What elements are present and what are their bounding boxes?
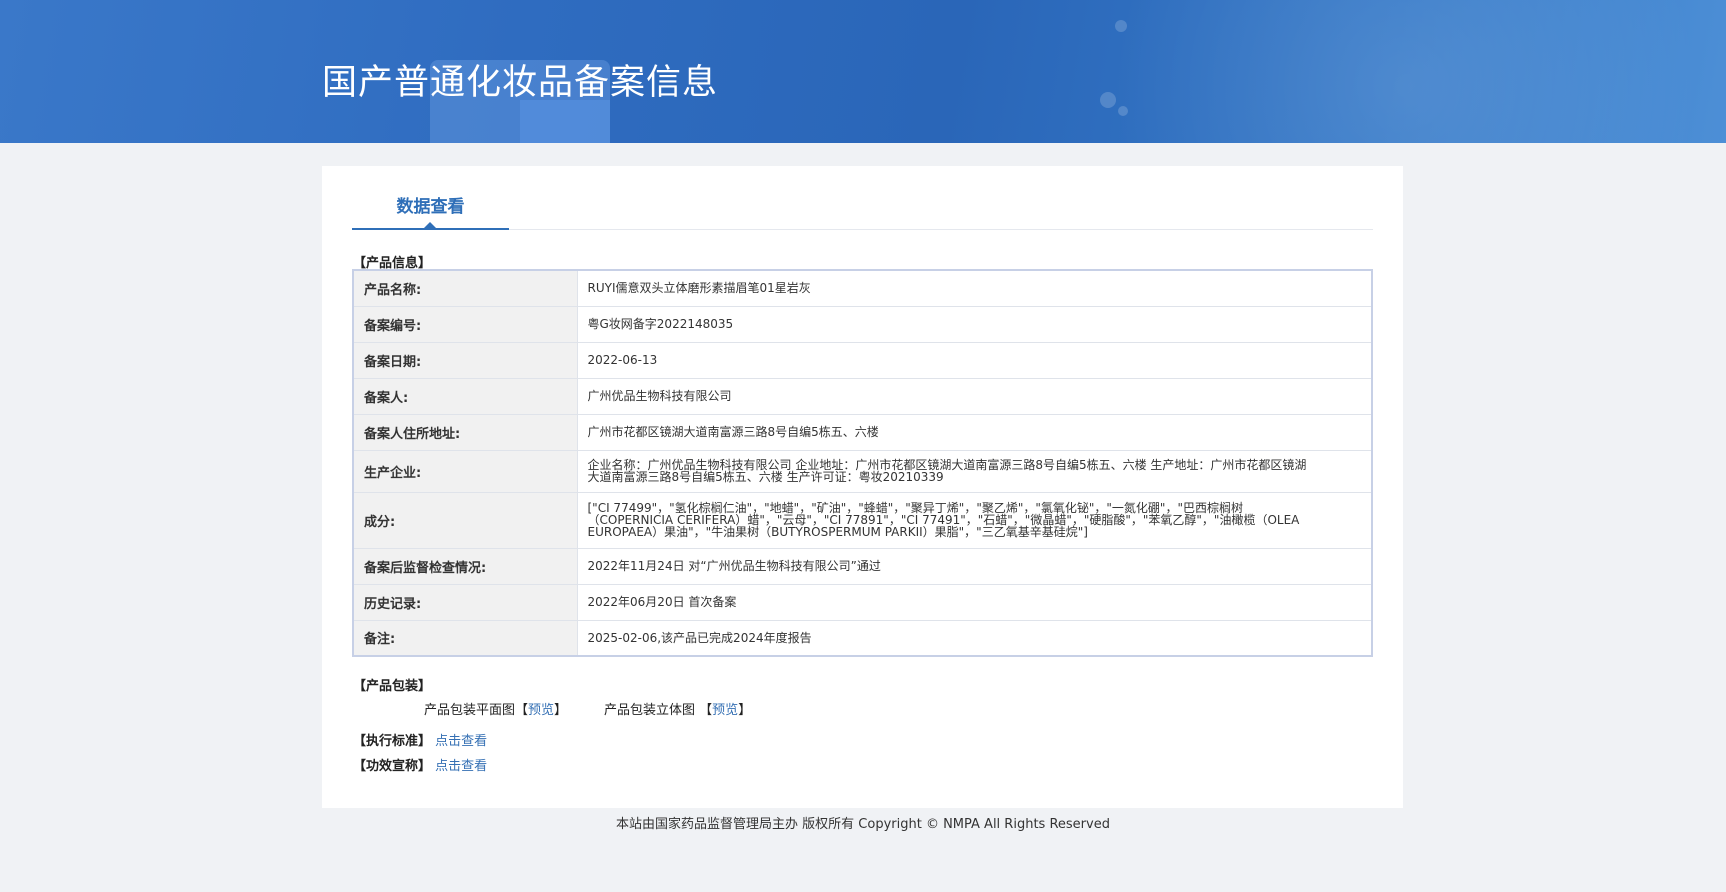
row-value: RUYI儒意双头立体磨形素描眉笔01星岩灰 [576,269,1373,307]
tab-active-caret-icon [424,222,436,228]
table-row: 备案人: 广州优品生物科技有限公司 [352,377,1373,415]
row-value: 企业名称：广州优品生物科技有限公司 企业地址：广州市花都区镜湖大道南富源三路8号… [576,449,1373,493]
bracket: 】 [554,703,568,718]
banner-decoration [520,100,610,143]
row-label: 备案人: [352,377,578,415]
row-label: 成分: [352,491,578,549]
packaging-flat-label: 产品包装平面图 [424,703,516,718]
row-label: 产品名称: [352,269,578,307]
table-row: 成分: ["CI 77499"，"氢化棕榈仁油"，"地蜡"，"矿油"，"蜂蜡"，… [352,491,1373,549]
banner-bubble [1100,92,1116,108]
tab-data-view[interactable]: 数据查看 [352,166,509,230]
table-row: 历史记录: 2022年06月20日 首次备案 [352,583,1373,621]
row-label: 备案后监督检查情况: [352,547,578,585]
bracket: 【 [515,703,529,718]
table-row: 生产企业: 企业名称：广州优品生物科技有限公司 企业地址：广州市花都区镜湖大道南… [352,449,1373,493]
row-value: 广州优品生物科技有限公司 [576,377,1373,415]
page-title: 国产普通化妆品备案信息 [322,63,719,103]
product-info-table: 产品名称: RUYI儒意双头立体磨形素描眉笔01星岩灰 备案编号: 粤G妆网备字… [352,269,1373,657]
packaging-title: 【产品包装】 [353,679,432,694]
table-row: 备案日期: 2022-06-13 [352,341,1373,379]
row-label: 备案人住所地址: [352,413,578,451]
table-row: 产品名称: RUYI儒意双头立体磨形素描眉笔01星岩灰 [352,269,1373,307]
tab-bar: 数据查看 [352,166,1373,230]
row-value: 2022年06月20日 首次备案 [576,583,1373,621]
table-row: 备案编号: 粤G妆网备字2022148035 [352,305,1373,343]
banner-decoration [926,0,1726,143]
row-label: 备注: [352,619,578,657]
tab-label: 数据查看 [396,197,465,217]
row-value: ["CI 77499"，"氢化棕榈仁油"，"地蜡"，"矿油"，"蜂蜡"，"聚异丁… [576,491,1373,549]
efficacy-row: 【功效宣称】 点击查看 [353,755,487,774]
packaging-solid-label: 产品包装立体图 [604,703,696,718]
standard-label: 【执行标准】 [353,734,432,749]
row-value: 2022年11月24日 对“广州优品生物科技有限公司”通过 [576,547,1373,585]
row-value: 粤G妆网备字2022148035 [576,305,1373,343]
content-card: 数据查看 【产品信息】 产品名称: RUYI儒意双头立体磨形素描眉笔01星岩灰 … [322,166,1403,808]
preview-flat-link[interactable]: 预览 [528,703,554,718]
standard-row: 【执行标准】 点击查看 [353,730,487,749]
row-label: 备案日期: [352,341,578,379]
row-label: 备案编号: [352,305,578,343]
row-value: 2022-06-13 [576,341,1373,379]
efficacy-label: 【功效宣称】 [353,759,432,774]
header-banner: 国产普通化妆品备案信息 [0,0,1726,143]
bracket: 】 [738,703,752,718]
packaging-flat-item: 产品包装平面图【预览】 [424,699,567,718]
banner-bubble [1115,20,1127,32]
row-value: 2025-02-06,该产品已完成2024年度报告 [576,619,1373,657]
standard-view-link[interactable]: 点击查看 [435,734,487,749]
preview-solid-link[interactable]: 预览 [712,703,738,718]
packaging-solid-item: 产品包装立体图 【预览】 [604,699,751,718]
table-row: 备注: 2025-02-06,该产品已完成2024年度报告 [352,619,1373,657]
efficacy-view-link[interactable]: 点击查看 [435,759,487,774]
table-row: 备案人住所地址: 广州市花都区镜湖大道南富源三路8号自编5栋五、六楼 [352,413,1373,451]
banner-bubble [1118,106,1128,116]
bracket: 【 [699,703,713,718]
footer-copyright: 本站由国家药品监督管理局主办 版权所有 Copyright © NMPA All… [616,817,1110,832]
row-value: 广州市花都区镜湖大道南富源三路8号自编5栋五、六楼 [576,413,1373,451]
table-row: 备案后监督检查情况: 2022年11月24日 对“广州优品生物科技有限公司”通过 [352,547,1373,585]
row-label: 历史记录: [352,583,578,621]
row-label: 生产企业: [352,449,578,493]
